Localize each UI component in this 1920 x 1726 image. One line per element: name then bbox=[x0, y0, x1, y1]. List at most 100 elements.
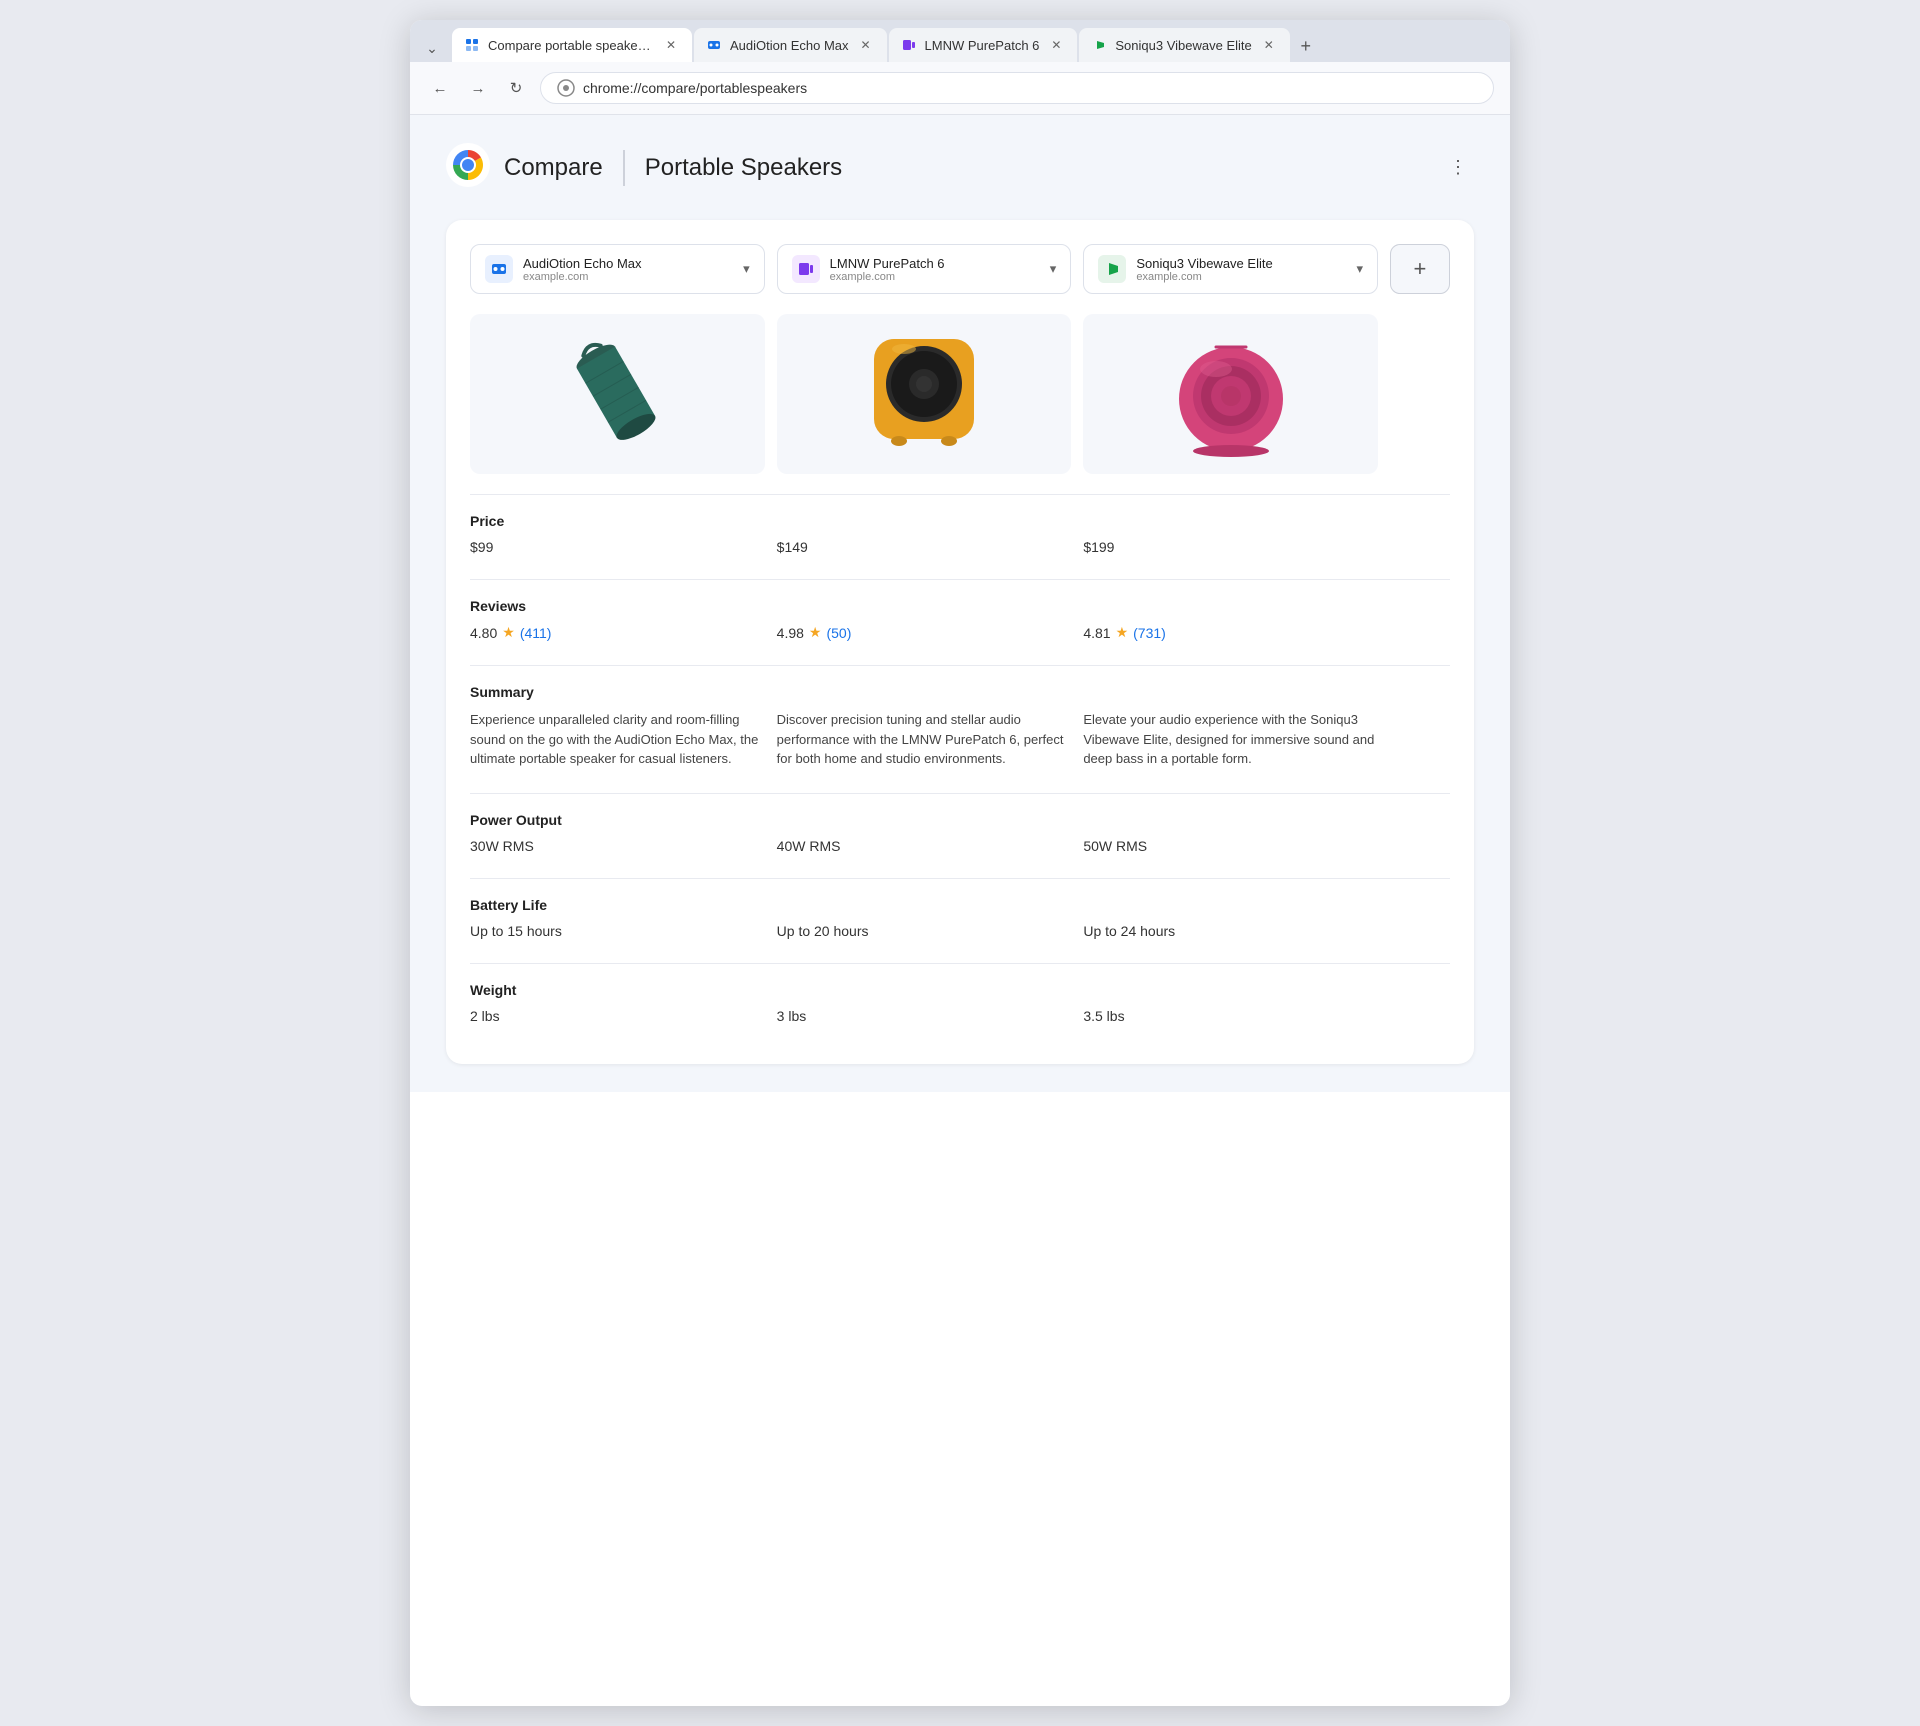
soniqu3-star-icon: ★ bbox=[1116, 624, 1129, 641]
reviews-section: Reviews 4.80 ★ (411) 4.98 ★ bbox=[470, 579, 1450, 657]
reviews-label: Reviews bbox=[470, 598, 1450, 614]
summary-empty-col bbox=[1390, 710, 1450, 785]
product-selectors: AudiOtion Echo Max example.com ▾ LMNW bbox=[470, 244, 1450, 294]
compare-card: AudiOtion Echo Max example.com ▾ LMNW bbox=[446, 220, 1474, 1064]
app-name: Compare bbox=[504, 154, 603, 182]
power-empty-col bbox=[1390, 838, 1450, 870]
images-empty-col bbox=[1390, 314, 1450, 474]
weight-empty-col bbox=[1390, 1008, 1450, 1040]
soniqu3-power: 50W RMS bbox=[1083, 838, 1378, 870]
new-tab-button[interactable]: + bbox=[1292, 32, 1320, 60]
lmnw-selector-info: LMNW PurePatch 6 example.com bbox=[830, 256, 1040, 283]
soniqu3-speaker-svg bbox=[1161, 324, 1301, 464]
soniqu3-rating: 4.81 ★ (731) bbox=[1083, 624, 1378, 657]
tab-audiootion-close[interactable]: ✕ bbox=[857, 36, 875, 54]
reviews-values: 4.80 ★ (411) 4.98 ★ (50) bbox=[470, 624, 1450, 657]
battery-empty-col bbox=[1390, 923, 1450, 955]
page-header: Compare Portable Speakers ⋮ bbox=[446, 143, 1474, 192]
page-header-left: Compare Portable Speakers bbox=[446, 143, 842, 192]
audiootion-favicon-icon bbox=[706, 37, 722, 53]
audiootion-rating-value: 4.80 bbox=[470, 625, 497, 641]
add-product-button[interactable]: + bbox=[1390, 244, 1450, 294]
power-output-values: 30W RMS 40W RMS 50W RMS bbox=[470, 838, 1450, 870]
tab-bar: ⌄ Compare portable speaker… ✕ bbox=[410, 20, 1510, 62]
tab-audiootion[interactable]: AudiOtion Echo Max ✕ bbox=[694, 28, 887, 62]
lmnw-rating-row: 4.98 ★ (50) bbox=[777, 624, 1072, 641]
weight-label: Weight bbox=[470, 982, 1450, 998]
weight-section: Weight 2 lbs 3 lbs 3.5 lbs bbox=[470, 963, 1450, 1040]
tab-lmnw-close[interactable]: ✕ bbox=[1047, 36, 1065, 54]
lmnw-review-link[interactable]: (50) bbox=[826, 625, 851, 641]
audiootion-price: $99 bbox=[470, 539, 765, 571]
lmnw-rating: 4.98 ★ (50) bbox=[777, 624, 1072, 657]
lmnw-battery: Up to 20 hours bbox=[777, 923, 1072, 955]
lmnw-chevron-icon: ▾ bbox=[1050, 261, 1057, 277]
more-options-button[interactable]: ⋮ bbox=[1442, 152, 1474, 184]
lmnw-selector-domain: example.com bbox=[830, 271, 1040, 283]
tab-soniqu3[interactable]: Soniqu3 Vibewave Elite ✕ bbox=[1079, 28, 1289, 62]
audiootion-summary: Experience unparalleled clarity and room… bbox=[470, 710, 765, 785]
audiootion-star-icon: ★ bbox=[502, 624, 515, 641]
lmnw-selector-name: LMNW PurePatch 6 bbox=[830, 256, 1040, 271]
audiootion-speaker-svg bbox=[552, 324, 682, 464]
audiootion-image bbox=[470, 314, 765, 474]
audiootion-review-link[interactable]: (411) bbox=[520, 625, 552, 641]
tab-audiootion-label: AudiOtion Echo Max bbox=[730, 38, 849, 53]
soniqu3-selector-info: Soniqu3 Vibewave Elite example.com bbox=[1136, 256, 1346, 283]
lmnw-image bbox=[777, 314, 1072, 474]
reload-button[interactable]: ↻ bbox=[502, 74, 530, 102]
reviews-empty-col bbox=[1390, 624, 1450, 657]
lmnw-star-icon: ★ bbox=[809, 624, 822, 641]
power-output-section: Power Output 30W RMS 40W RMS 50W RMS bbox=[470, 793, 1450, 870]
price-values: $99 $149 $199 bbox=[470, 539, 1450, 571]
tab-compare[interactable]: Compare portable speaker… ✕ bbox=[452, 28, 692, 62]
soniqu3-summary: Elevate your audio experience with the S… bbox=[1083, 710, 1378, 785]
lmnw-power: 40W RMS bbox=[777, 838, 1072, 870]
tab-lmnw[interactable]: LMNW PurePatch 6 ✕ bbox=[889, 28, 1078, 62]
soniqu3-price: $199 bbox=[1083, 539, 1378, 571]
soniqu3-battery: Up to 24 hours bbox=[1083, 923, 1378, 955]
soniqu3-chevron-icon: ▾ bbox=[1356, 261, 1363, 277]
page-content: Compare Portable Speakers ⋮ bbox=[410, 115, 1510, 1092]
header-divider bbox=[623, 150, 625, 186]
product-selector-lmnw[interactable]: LMNW PurePatch 6 example.com ▾ bbox=[777, 244, 1072, 294]
battery-life-label: Battery Life bbox=[470, 897, 1450, 913]
soniqu3-selector-name: Soniqu3 Vibewave Elite bbox=[1136, 256, 1346, 271]
tab-compare-close[interactable]: ✕ bbox=[662, 36, 680, 54]
product-images bbox=[470, 314, 1450, 474]
summary-values: Experience unparalleled clarity and room… bbox=[470, 710, 1450, 785]
summary-section: Summary Experience unparalleled clarity … bbox=[470, 665, 1450, 785]
tab-compare-label: Compare portable speaker… bbox=[488, 38, 654, 53]
chrome-url-icon bbox=[557, 79, 575, 97]
product-selector-soniqu3[interactable]: Soniqu3 Vibewave Elite example.com ▾ bbox=[1083, 244, 1378, 294]
battery-life-section: Battery Life Up to 15 hours Up to 20 hou… bbox=[470, 878, 1450, 955]
lmnw-summary: Discover precision tuning and stellar au… bbox=[777, 710, 1072, 785]
audiootion-selector-icon bbox=[485, 255, 513, 283]
soniqu3-rating-value: 4.81 bbox=[1083, 625, 1110, 641]
audiootion-power: 30W RMS bbox=[470, 838, 765, 870]
tab-bar-left: ⌄ bbox=[418, 34, 446, 62]
lmnw-selector-icon bbox=[792, 255, 820, 283]
audiootion-selector-info: AudiOtion Echo Max example.com bbox=[523, 256, 733, 283]
chrome-logo bbox=[446, 143, 490, 192]
soniqu3-selector-domain: example.com bbox=[1136, 271, 1346, 283]
url-bar[interactable]: chrome://compare/portablespeakers bbox=[540, 72, 1494, 104]
forward-button[interactable]: → bbox=[464, 74, 492, 102]
battery-life-values: Up to 15 hours Up to 20 hours Up to 24 h… bbox=[470, 923, 1450, 955]
soniqu3-image bbox=[1083, 314, 1378, 474]
tab-soniqu3-label: Soniqu3 Vibewave Elite bbox=[1115, 38, 1251, 53]
url-text: chrome://compare/portablespeakers bbox=[583, 80, 807, 96]
soniqu3-favicon-icon bbox=[1091, 37, 1107, 53]
audiootion-weight: 2 lbs bbox=[470, 1008, 765, 1040]
tab-soniqu3-close[interactable]: ✕ bbox=[1260, 36, 1278, 54]
lmnw-rating-value: 4.98 bbox=[777, 625, 804, 641]
tab-list-arrow[interactable]: ⌄ bbox=[418, 34, 446, 62]
audiootion-selector-domain: example.com bbox=[523, 271, 733, 283]
product-selector-audiootion[interactable]: AudiOtion Echo Max example.com ▾ bbox=[470, 244, 765, 294]
audiootion-rating-row: 4.80 ★ (411) bbox=[470, 624, 765, 641]
browser-window: ⌄ Compare portable speaker… ✕ bbox=[410, 20, 1510, 1706]
soniqu3-review-link[interactable]: (731) bbox=[1133, 625, 1166, 641]
back-button[interactable]: ← bbox=[426, 74, 454, 102]
address-bar: ← → ↻ chrome://compare/portablespeakers bbox=[410, 62, 1510, 115]
lmnw-favicon-icon bbox=[901, 37, 917, 53]
